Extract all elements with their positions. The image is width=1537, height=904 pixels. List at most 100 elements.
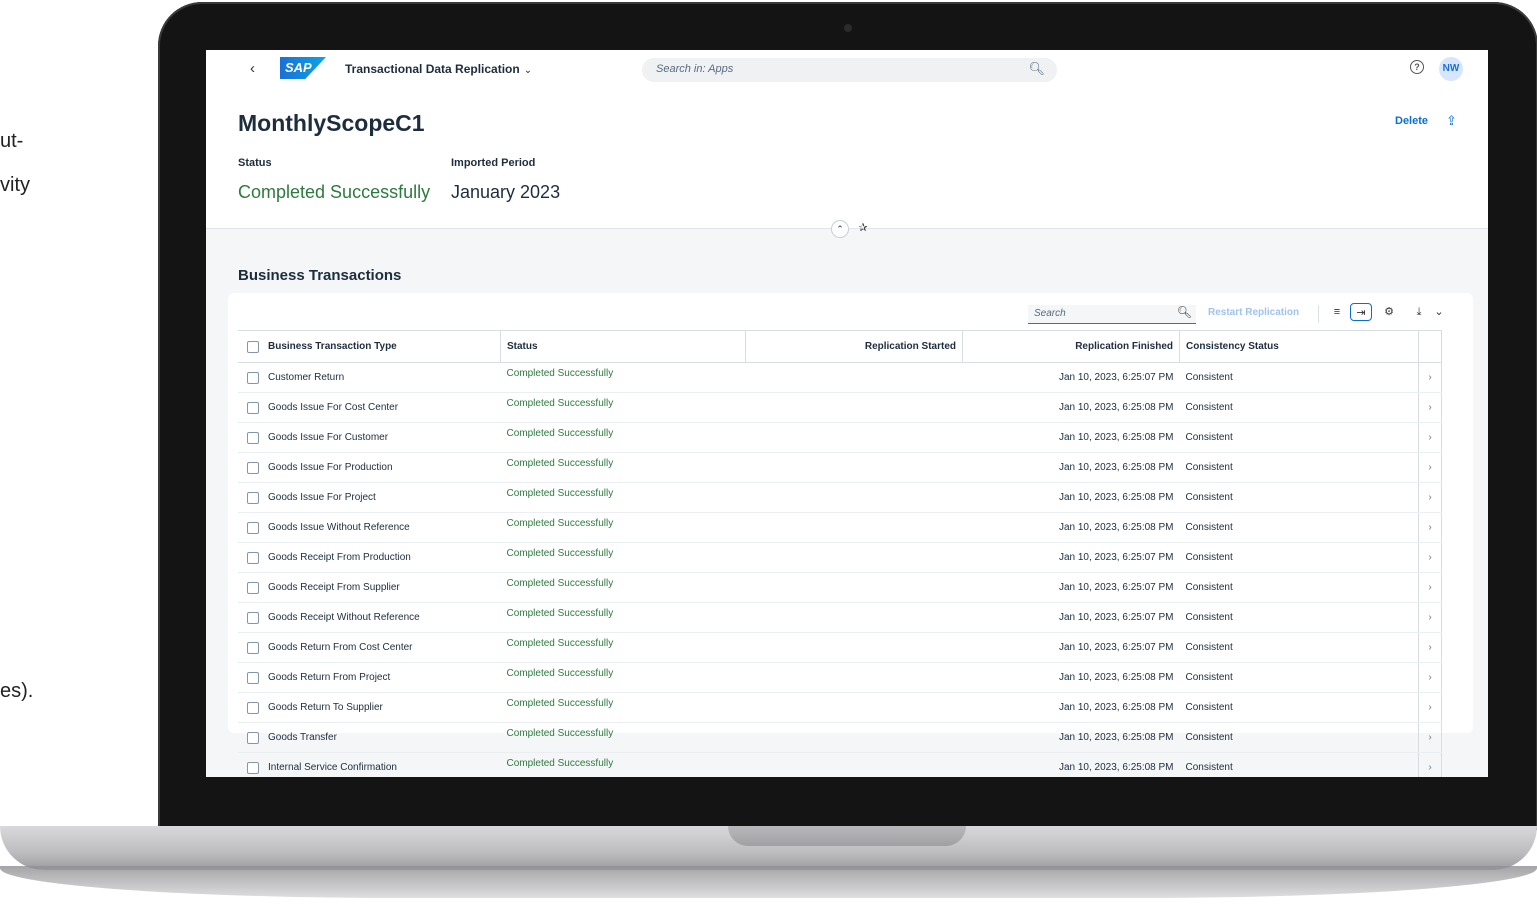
export-menu-chevron-icon[interactable]: ⌄ xyxy=(1428,303,1450,321)
row-checkbox[interactable] xyxy=(247,641,259,654)
row-select-cell xyxy=(238,392,268,423)
back-icon[interactable]: ‹ xyxy=(250,60,255,77)
row-navigation-icon[interactable]: › xyxy=(1418,422,1442,453)
row-select-cell xyxy=(238,602,268,633)
cell-type: Goods Receipt Without Reference xyxy=(268,602,501,633)
cell-replication-started xyxy=(745,602,963,633)
shell-bar: ‹ SAP Transactional Data Replication ⌄ Se… xyxy=(206,50,1488,88)
share-icon[interactable]: ⇪ xyxy=(1446,113,1457,129)
table-row[interactable]: Goods Return From Cost Center Completed S… xyxy=(238,632,1442,663)
status-value: Completed Successfully xyxy=(238,182,431,202)
table-row[interactable]: Goods Transfer Completed Successfully Jan … xyxy=(238,722,1442,753)
cell-replication-started xyxy=(745,632,963,663)
table-row[interactable]: Goods Issue For Production Completed Succ… xyxy=(238,452,1442,483)
row-navigation-icon[interactable]: › xyxy=(1418,452,1442,483)
select-all-cell xyxy=(238,330,268,363)
cell-type: Goods Issue Without Reference xyxy=(268,512,501,543)
row-checkbox[interactable] xyxy=(247,701,259,714)
cell-replication-finished: Jan 10, 2023, 6:25:08 PM xyxy=(962,692,1180,723)
cell-consistency-status: Consistent xyxy=(1179,572,1419,603)
cell-replication-finished: Jan 10, 2023, 6:25:08 PM xyxy=(962,452,1180,483)
table-row[interactable]: Internal Service Confirmation Completed S… xyxy=(238,752,1442,777)
delete-button[interactable]: Delete xyxy=(1395,115,1428,127)
row-select-cell xyxy=(238,632,268,663)
table-row[interactable]: Goods Return From Project Completed Succe… xyxy=(238,662,1442,693)
row-navigation-icon[interactable]: › xyxy=(1418,482,1442,513)
sort-icon[interactable]: ≡ xyxy=(1326,303,1348,321)
row-navigation-icon[interactable]: › xyxy=(1418,572,1442,603)
table-row[interactable]: Customer Return Completed Successfully Jan… xyxy=(238,362,1442,393)
row-navigation-icon[interactable]: › xyxy=(1418,662,1442,693)
row-checkbox[interactable] xyxy=(247,371,259,384)
table-row[interactable]: Goods Receipt From Production Completed S… xyxy=(238,542,1442,573)
avatar[interactable]: NW xyxy=(1439,57,1463,81)
column-header-replication-started[interactable]: Replication Started xyxy=(745,330,963,363)
table-row[interactable]: Goods Issue For Customer Completed Succes… xyxy=(238,422,1442,453)
collapse-header-icon[interactable]: ⌃ xyxy=(831,220,849,238)
table-row[interactable]: Goods Receipt Without Reference Completed… xyxy=(238,602,1442,633)
search-icon[interactable]: 🔍︎ xyxy=(1028,61,1045,77)
row-checkbox[interactable] xyxy=(247,731,259,744)
cell-status: Completed Successfully xyxy=(500,632,746,663)
settings-icon[interactable]: ⚙ xyxy=(1378,303,1400,321)
page-title: MonthlyScopeC1 xyxy=(238,110,425,136)
row-navigation-icon[interactable]: › xyxy=(1418,752,1442,777)
cell-consistency-status: Consistent xyxy=(1179,692,1419,723)
column-header-status[interactable]: Status xyxy=(500,330,746,363)
column-header-replication-finished[interactable]: Replication Finished xyxy=(962,330,1180,363)
table-row[interactable]: Goods Issue For Project Completed Success… xyxy=(238,482,1442,513)
cell-type: Goods Return From Cost Center xyxy=(268,632,501,663)
shell-search-input[interactable]: Search in: Apps 🔍︎ xyxy=(642,58,1057,82)
imported-period-label: Imported Period xyxy=(451,157,536,169)
row-navigation-icon[interactable]: › xyxy=(1418,542,1442,573)
cell-status: Completed Successfully xyxy=(500,362,746,393)
search-icon[interactable]: 🔍︎ xyxy=(1177,305,1192,319)
cell-consistency-status: Consistent xyxy=(1179,362,1419,393)
side-text-fragment: ut- xyxy=(0,130,24,152)
row-checkbox[interactable] xyxy=(247,521,259,534)
help-icon[interactable]: ? xyxy=(1410,60,1424,74)
row-navigation-icon[interactable]: › xyxy=(1418,722,1442,753)
row-checkbox[interactable] xyxy=(247,431,259,444)
row-checkbox[interactable] xyxy=(247,761,259,774)
app-title-menu[interactable]: Transactional Data Replication ⌄ xyxy=(345,62,532,76)
cell-type: Customer Return xyxy=(268,362,501,393)
row-navigation-icon[interactable]: › xyxy=(1418,392,1442,423)
table-row[interactable]: Goods Return To Supplier Completed Succes… xyxy=(238,692,1442,723)
sap-logo[interactable]: SAP xyxy=(280,57,326,79)
cell-consistency-status: Consistent xyxy=(1179,632,1419,663)
row-checkbox[interactable] xyxy=(247,461,259,474)
cell-replication-finished: Jan 10, 2023, 6:25:08 PM xyxy=(962,392,1180,423)
table-row[interactable]: Goods Receipt From Supplier Completed Suc… xyxy=(238,572,1442,603)
cell-consistency-status: Consistent xyxy=(1179,512,1419,543)
table-row[interactable]: Goods Issue For Cost Center Completed Suc… xyxy=(238,392,1442,423)
column-header-consistency-status[interactable]: Consistency Status xyxy=(1179,330,1419,363)
cell-type: Goods Issue For Project xyxy=(268,482,501,513)
select-all-checkbox[interactable] xyxy=(247,340,259,353)
table-search-input[interactable]: Search 🔍︎ xyxy=(1028,305,1196,324)
row-navigation-icon[interactable]: › xyxy=(1418,602,1442,633)
column-header-type[interactable]: Business Transaction Type xyxy=(268,330,501,363)
row-checkbox[interactable] xyxy=(247,611,259,624)
pin-header-icon[interactable]: ✰ xyxy=(855,220,871,236)
row-navigation-icon[interactable]: › xyxy=(1418,692,1442,723)
export-icon[interactable]: ⤓ xyxy=(1408,303,1430,321)
group-icon[interactable]: ⇥ xyxy=(1350,303,1372,321)
row-navigation-icon[interactable]: › xyxy=(1418,362,1442,393)
table-row[interactable]: Goods Issue Without Reference Completed S… xyxy=(238,512,1442,543)
cell-status: Completed Successfully xyxy=(500,452,746,483)
cell-replication-finished: Jan 10, 2023, 6:25:08 PM xyxy=(962,752,1180,777)
cell-status: Completed Successfully xyxy=(500,482,746,513)
cell-type: Goods Issue For Customer xyxy=(268,422,501,453)
row-checkbox[interactable] xyxy=(247,491,259,504)
camera-dot xyxy=(844,24,852,32)
row-navigation-icon[interactable]: › xyxy=(1418,512,1442,543)
row-checkbox[interactable] xyxy=(247,581,259,594)
cell-consistency-status: Consistent xyxy=(1179,662,1419,693)
row-checkbox[interactable] xyxy=(247,551,259,564)
restart-replication-button[interactable]: Restart Replication xyxy=(1208,307,1299,318)
row-checkbox[interactable] xyxy=(247,401,259,414)
row-checkbox[interactable] xyxy=(247,671,259,684)
cell-consistency-status: Consistent xyxy=(1179,542,1419,573)
row-navigation-icon[interactable]: › xyxy=(1418,632,1442,663)
